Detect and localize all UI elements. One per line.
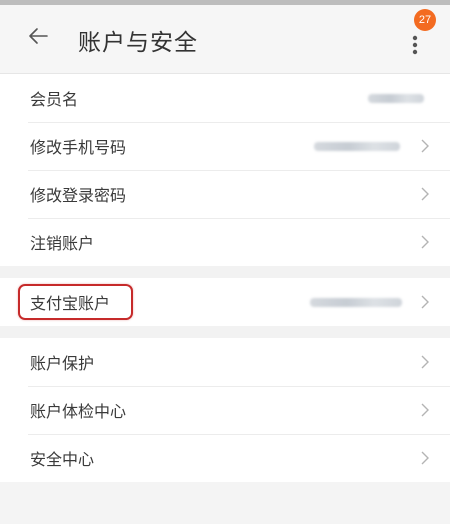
list-item-label: 安全中心 [30, 450, 95, 469]
back-button[interactable] [22, 20, 54, 52]
more-vertical-icon [412, 35, 418, 55]
empty-area [0, 482, 450, 524]
list-item-label: 修改登录密码 [30, 186, 127, 205]
list-item-account-protection[interactable]: 账户保护 [0, 338, 450, 386]
list-item-account-checkup[interactable]: 账户体检中心 [0, 386, 450, 434]
chevron-right-icon [421, 403, 429, 417]
chevron-right-icon [421, 139, 429, 153]
member-name-value-blurred [368, 94, 424, 103]
list-item-alipay-account[interactable]: 支付宝账户 [0, 278, 450, 326]
highlight-box [18, 284, 133, 320]
phone-value-blurred [314, 142, 400, 151]
chevron-right-icon [421, 235, 429, 249]
list-item-label: 修改手机号码 [30, 138, 127, 157]
chevron-right-icon [421, 451, 429, 465]
list-item-member-name[interactable]: 会员名 [0, 74, 450, 122]
list-item-security-center[interactable]: 安全中心 [0, 434, 450, 482]
notification-badge: 27 [414, 9, 436, 31]
alipay-group: 支付宝账户 [0, 278, 450, 326]
alipay-value-blurred [310, 298, 402, 307]
list-item-label: 账户保护 [30, 354, 95, 373]
list-item-change-phone[interactable]: 修改手机号码 [0, 122, 450, 170]
page-title: 账户与安全 [78, 30, 198, 56]
section-divider [0, 326, 450, 338]
list-item-label: 注销账户 [30, 234, 95, 253]
list-item-cancel-account[interactable]: 注销账户 [0, 218, 450, 266]
arrow-left-icon [29, 28, 48, 44]
chevron-right-icon [421, 295, 429, 309]
list-item-change-password[interactable]: 修改登录密码 [0, 170, 450, 218]
app-header: 账户与安全 27 [0, 5, 450, 74]
chevron-right-icon [421, 187, 429, 201]
list-item-label: 账户体检中心 [30, 402, 127, 421]
section-divider [0, 266, 450, 278]
security-group: 账户保护 账户体检中心 安全中心 [0, 338, 450, 482]
list-item-label: 会员名 [30, 90, 79, 109]
chevron-right-icon [421, 355, 429, 369]
account-info-group: 会员名 修改手机号码 修改登录密码 注销账户 [0, 74, 450, 266]
